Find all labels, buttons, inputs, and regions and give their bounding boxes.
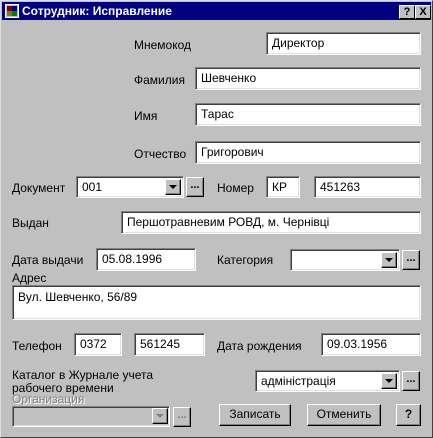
address-label: Адрес [12, 271, 47, 285]
chevron-down-icon [156, 414, 164, 418]
organization-dropdown-button[interactable] [152, 408, 168, 424]
issued-field[interactable]: Першотравневим РОВД, м. Чернівці [121, 211, 421, 234]
app-icon [5, 4, 19, 18]
series-field[interactable]: КР [266, 176, 300, 198]
category-dropdown-button[interactable] [381, 252, 397, 268]
close-button[interactable]: X [415, 5, 431, 19]
mnemo-label: Мнемокод [134, 38, 192, 52]
birth-date-label: Дата рождения [217, 339, 302, 353]
address-field[interactable]: Вул. Шевченко, 56/89 [12, 285, 421, 320]
surname-label: Фамилия [134, 73, 185, 87]
organization-label: Организация [12, 392, 85, 406]
catalog-lookup-button[interactable]: ... [402, 371, 420, 391]
dialog-window: Сотрудник: Исправление ? X Мнемокод Дире… [0, 0, 433, 438]
chevron-down-icon [385, 258, 393, 262]
surname-field[interactable]: Шевченко [195, 67, 421, 90]
phone-label: Телефон [12, 339, 62, 353]
window-title: Сотрудник: Исправление [22, 4, 172, 18]
organization-lookup-button[interactable]: ... [173, 407, 191, 427]
organization-select[interactable] [12, 406, 170, 427]
document-label: Документ [12, 181, 66, 195]
patronymic-label: Отчество [134, 147, 187, 161]
birth-date-field[interactable]: 09.03.1956 [321, 333, 421, 356]
chevron-down-icon [385, 379, 393, 383]
chevron-down-icon [169, 185, 177, 189]
title-bar[interactable]: Сотрудник: Исправление ? X [2, 2, 431, 20]
category-lookup-button[interactable]: ... [402, 250, 420, 270]
catalog-select[interactable]: адміністрація [255, 370, 400, 392]
help-button[interactable]: ? [396, 404, 421, 426]
number-label: Номер [217, 181, 254, 195]
phone-number-field[interactable]: 561245 [134, 333, 205, 356]
patronymic-field[interactable]: Григорович [195, 141, 421, 164]
name-field[interactable]: Тарас [195, 103, 421, 126]
mnemo-field[interactable]: Директор [266, 32, 421, 55]
title-help-button[interactable]: ? [399, 5, 415, 19]
document-dropdown-button[interactable] [165, 179, 181, 195]
catalog-label-line1: Каталог в Журнале учета [12, 368, 154, 382]
catalog-dropdown-button[interactable] [381, 373, 397, 389]
save-button[interactable]: Записать [219, 404, 291, 426]
cancel-button[interactable]: Отменить [307, 404, 381, 426]
issue-date-label: Дата выдачи [12, 253, 84, 267]
number-field[interactable]: 451263 [314, 176, 421, 198]
issue-date-field[interactable]: 05.08.1996 [96, 248, 196, 271]
issued-label: Выдан [12, 216, 49, 230]
name-label: Имя [134, 109, 158, 123]
phone-code-field[interactable]: 0372 [74, 333, 122, 356]
document-lookup-button[interactable]: ... [186, 177, 204, 197]
category-label: Категория [217, 253, 274, 267]
